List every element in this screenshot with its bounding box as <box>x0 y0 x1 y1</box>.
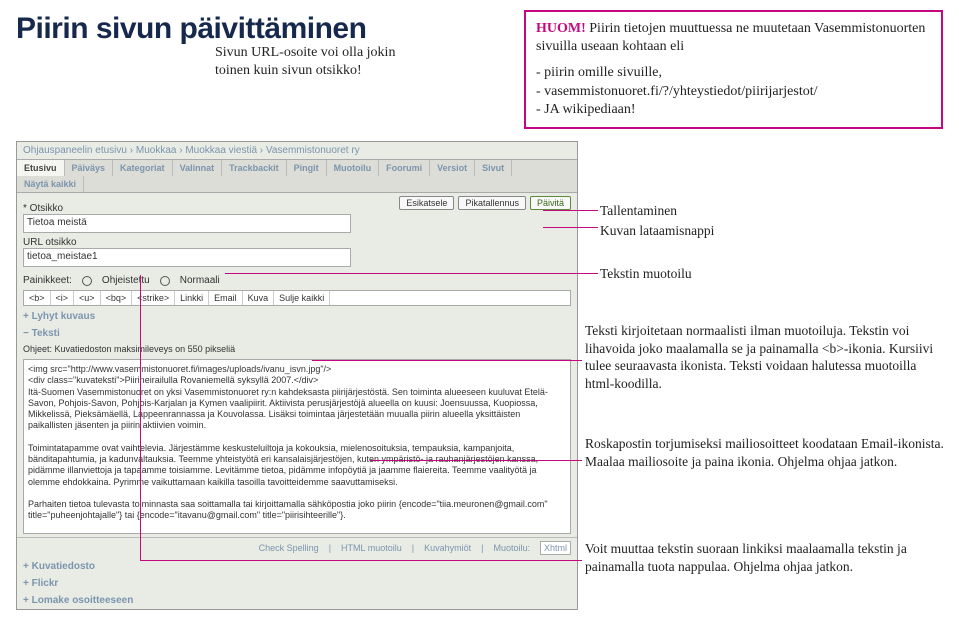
anno-tallentaminen: Tallentaminen <box>600 202 677 220</box>
anno-roska: Roskapostin torjumiseksi mailiosoitteet … <box>585 435 945 470</box>
radio-label: Painikkeet: <box>23 275 72 286</box>
huom-label: HUOM! <box>536 21 586 36</box>
tab-etusivu[interactable]: Etusivu <box>17 160 65 176</box>
panel-short-desc[interactable]: + Lyhyt kuvaus <box>17 308 577 325</box>
tab-muotoilu[interactable]: Muotoilu <box>327 160 380 176</box>
tab-trackbackit[interactable]: Trackbackit <box>222 160 287 176</box>
tab-bar: Etusivu Päiväys Kategoriat Valinnat Trac… <box>17 159 577 193</box>
tab-paivays[interactable]: Päiväys <box>65 160 114 176</box>
ft-html[interactable]: HTML muotoilu <box>341 543 402 553</box>
tab-foorumi[interactable]: Foorumi <box>379 160 430 176</box>
tb-underline[interactable]: <u> <box>74 291 101 305</box>
warning-line: Piirin tietojen muuttuessa ne muutetaan … <box>536 21 925 54</box>
url-label: URL otsikko <box>23 237 571 248</box>
tb-image[interactable]: Kuva <box>243 291 275 305</box>
crumb-3[interactable]: Muokkaa viestiä <box>185 145 257 156</box>
tab-valinnat[interactable]: Valinnat <box>173 160 223 176</box>
obj-label: Ohjeet: Kuvatiedoston maksimileveys on 5… <box>17 342 577 356</box>
tab-sivut[interactable]: Sivut <box>475 160 512 176</box>
url-input[interactable]: tietoa_meistae1 <box>23 248 351 267</box>
radio-normaali-label: Normaali <box>180 275 220 286</box>
connector-line <box>543 227 598 228</box>
cms-screenshot: Ohjauspaneelin etusivu › Muokkaa › Muokk… <box>16 141 578 610</box>
panel-text[interactable]: − Teksti <box>17 325 577 342</box>
update-button[interactable]: Päivitä <box>530 196 571 210</box>
panel-lomake[interactable]: + Lomake osoitteeseen <box>17 592 577 609</box>
tb-email[interactable]: Email <box>209 291 243 305</box>
crumb-4[interactable]: Vasemmistonuoret ry <box>266 145 360 156</box>
breadcrumb: Ohjauspaneelin etusivu › Muokkaa › Muokk… <box>17 142 577 159</box>
anno-link: Voit muuttaa tekstin suoraan linkiksi ma… <box>585 540 945 575</box>
connector-line <box>312 360 582 361</box>
connector-line <box>140 275 141 560</box>
warning-b1: - piirin omille sivuille, <box>536 64 931 82</box>
tab-nayta-kaikki[interactable]: Näytä kaikki <box>17 176 84 192</box>
crumb-1[interactable]: Ohjauspaneelin etusivu <box>23 145 127 156</box>
tab-kategoriat[interactable]: Kategoriat <box>113 160 173 176</box>
title-input[interactable]: Tietoa meistä <box>23 214 351 233</box>
warning-b2: - vasemmistonuoret.fi/?/yhteystiedot/pii… <box>536 83 931 101</box>
radio-ohjeistettu-label: Ohjeistettu <box>102 275 150 286</box>
quicksave-button[interactable]: Pikatallennus <box>458 196 526 210</box>
tab-pingit[interactable]: Pingit <box>287 160 327 176</box>
warning-box: HUOM! Piirin tietojen muuttuessa ne muut… <box>524 10 943 129</box>
connector-line <box>225 273 598 274</box>
tb-bold[interactable]: <b> <box>24 291 51 305</box>
connector-line <box>140 560 582 561</box>
preview-button[interactable]: Esikatsele <box>399 196 454 210</box>
ft-kuvah[interactable]: Kuvahymiöt <box>424 543 471 553</box>
panel-flickr[interactable]: + Flickr <box>17 575 577 592</box>
text-editor[interactable]: <img src="http://www.vasemmistonuoret.fi… <box>23 359 571 534</box>
radio-normaali[interactable] <box>160 276 170 286</box>
url-note: Sivun URL-osoite voi olla jokin toinen k… <box>215 44 425 79</box>
ft-muotoilu-label: Muotoilu: <box>493 543 530 553</box>
anno-teksti-body: Teksti kirjoitetaan normaalisti ilman mu… <box>585 322 945 392</box>
anno-tekstin: Tekstin muotoilu <box>600 265 692 283</box>
tb-strike[interactable]: <strike> <box>132 291 175 305</box>
connector-line <box>543 210 598 211</box>
tb-blockquote[interactable]: <bq> <box>101 291 133 305</box>
radio-ohjeistettu[interactable] <box>82 276 92 286</box>
connector-line <box>370 460 582 461</box>
ft-spell[interactable]: Check Spelling <box>259 543 319 553</box>
warning-b3: - JA wikipediaan! <box>536 101 931 119</box>
tb-close-all[interactable]: Sulje kaikki <box>274 291 330 305</box>
ft-format-select[interactable]: Xhtml <box>540 541 571 555</box>
crumb-2[interactable]: Muokkaa <box>136 145 177 156</box>
tab-versiot[interactable]: Versiot <box>430 160 475 176</box>
anno-kuvan: Kuvan lataamisnappi <box>600 222 714 240</box>
tb-italic[interactable]: <i> <box>51 291 75 305</box>
format-toolbar: <b> <i> <u> <bq> <strike> Linkki Email K… <box>23 290 571 306</box>
tb-link[interactable]: Linkki <box>175 291 209 305</box>
